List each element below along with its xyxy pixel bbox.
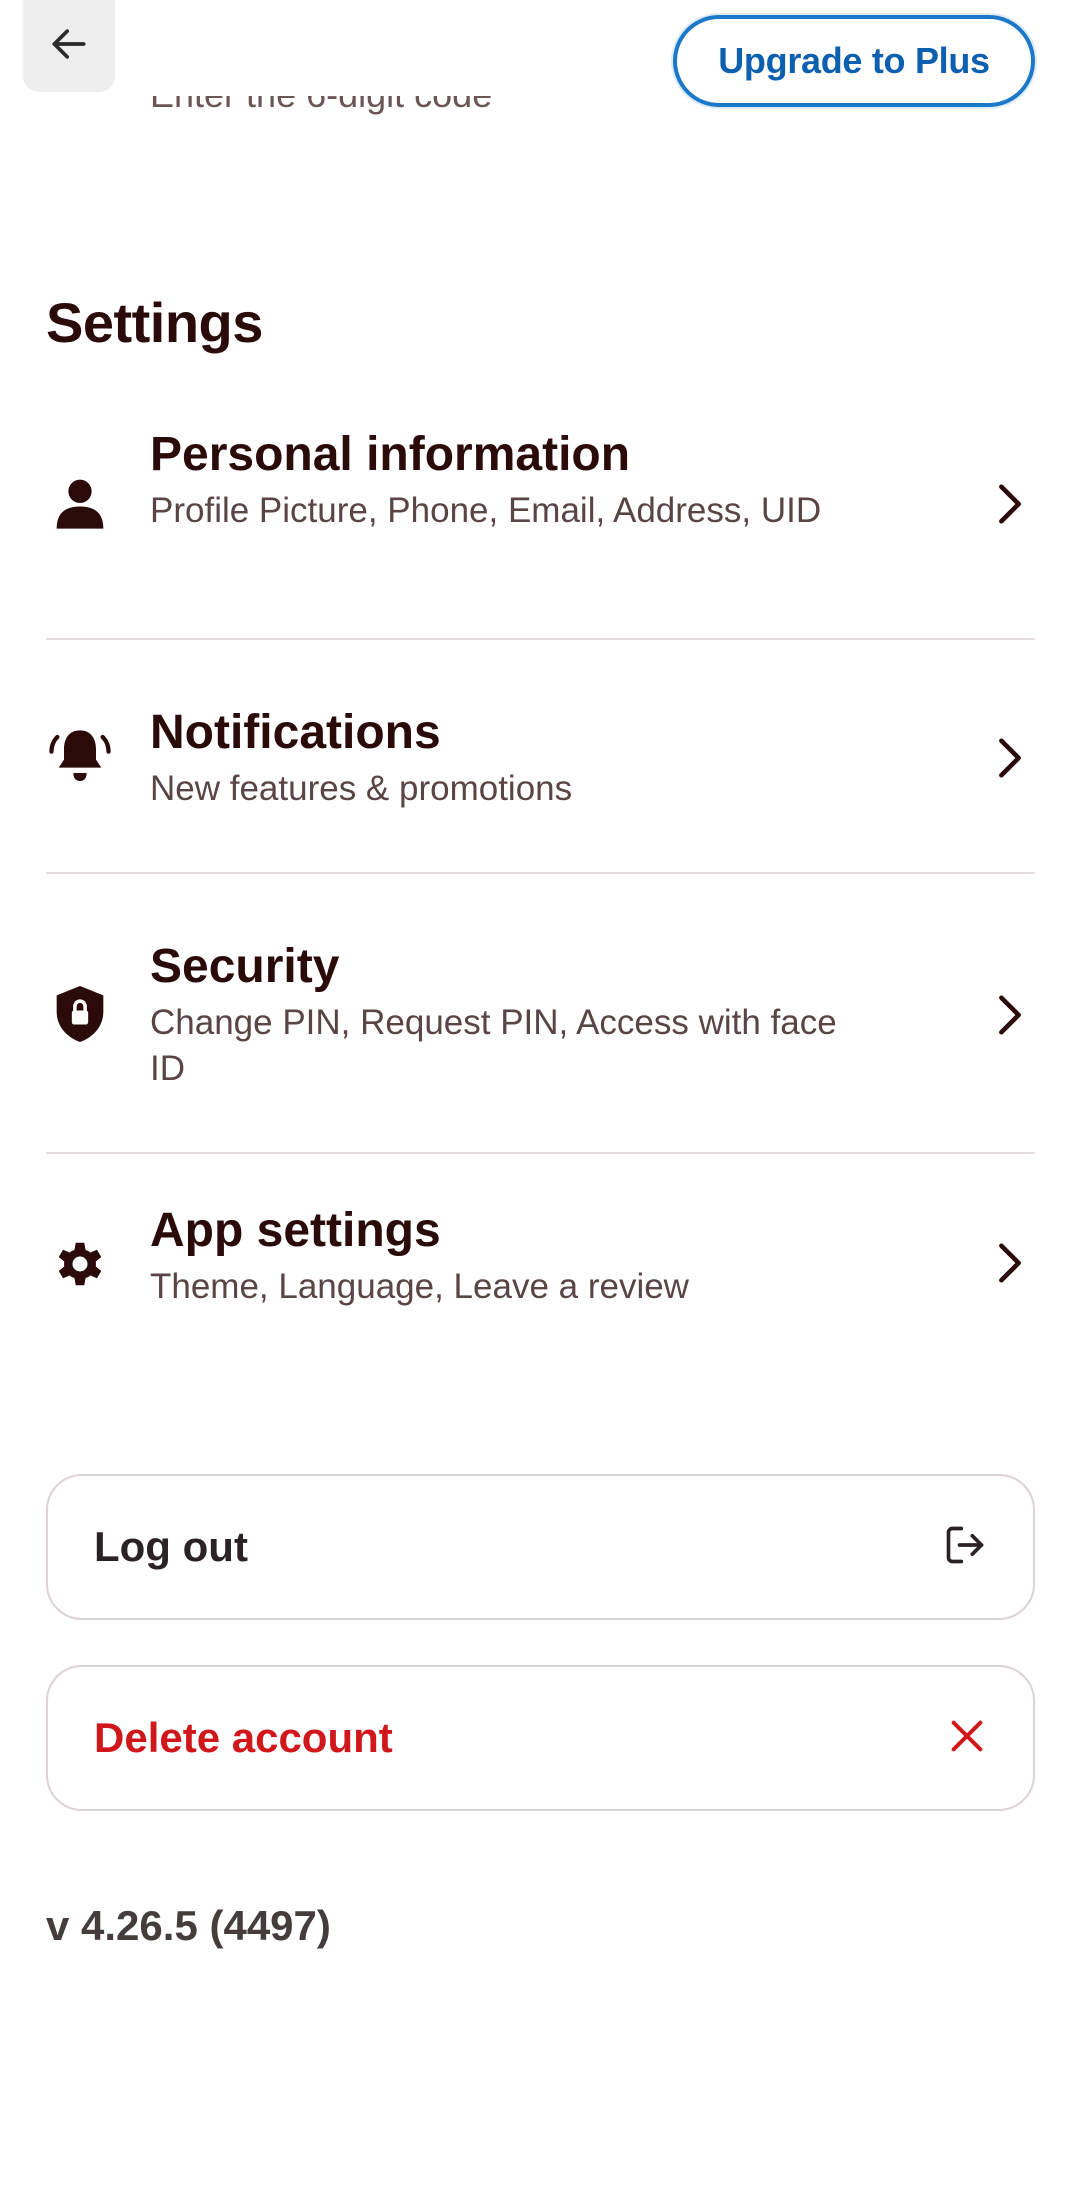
chevron-right-icon (985, 479, 1035, 529)
logout-button[interactable]: Log out (46, 1474, 1035, 1620)
shield-lock-icon (46, 980, 114, 1048)
settings-item-personal-information[interactable]: Personal information Profile Picture, Ph… (46, 400, 1035, 640)
arrow-left-icon (47, 22, 91, 71)
settings-item-subtitle: Change PIN, Request PIN, Access with fac… (150, 1003, 837, 1088)
settings-item-subtitle: Profile Picture, Phone, Email, Address, … (150, 491, 822, 530)
verification-code-hint-text: Enter the 6-digit code (150, 96, 492, 116)
verification-code-hint: Enter the 6-digit code (150, 96, 492, 132)
delete-account-button[interactable]: Delete account (46, 1665, 1035, 1811)
gear-icon (46, 1230, 114, 1298)
settings-item-title: Security (150, 940, 340, 993)
settings-item-title: Personal information (150, 428, 631, 481)
close-icon (947, 1716, 987, 1761)
back-button[interactable] (23, 0, 115, 92)
page-title: Settings (46, 291, 263, 354)
settings-item-app-settings[interactable]: App settings Theme, Language, Leave a re… (46, 1154, 1035, 1394)
chevron-right-icon (985, 733, 1035, 783)
settings-item-security[interactable]: Security Change PIN, Request PIN, Access… (46, 874, 1035, 1154)
bell-icon (46, 723, 114, 791)
settings-item-subtitle: New features & promotions (150, 769, 573, 808)
upgrade-button-label: Upgrade to Plus (718, 40, 990, 81)
settings-item-title: App settings (150, 1204, 441, 1257)
person-icon (46, 469, 114, 537)
delete-account-label: Delete account (94, 1714, 393, 1761)
chevron-right-icon (985, 1238, 1035, 1288)
chevron-right-icon (985, 990, 1035, 1040)
settings-item-subtitle: Theme, Language, Leave a review (150, 1267, 689, 1306)
logout-icon (943, 1523, 987, 1572)
upgrade-to-plus-button[interactable]: Upgrade to Plus (673, 15, 1035, 107)
settings-screen: Upgrade to Plus Enter the 6-digit code S… (0, 0, 1080, 2194)
settings-item-title: Notifications (150, 706, 441, 759)
app-version: v 4.26.5 (4497) (46, 1902, 331, 1949)
logout-label: Log out (94, 1523, 248, 1570)
settings-list: Personal information Profile Picture, Ph… (46, 400, 1035, 1394)
settings-item-notifications[interactable]: Notifications New features & promotions (46, 640, 1035, 874)
